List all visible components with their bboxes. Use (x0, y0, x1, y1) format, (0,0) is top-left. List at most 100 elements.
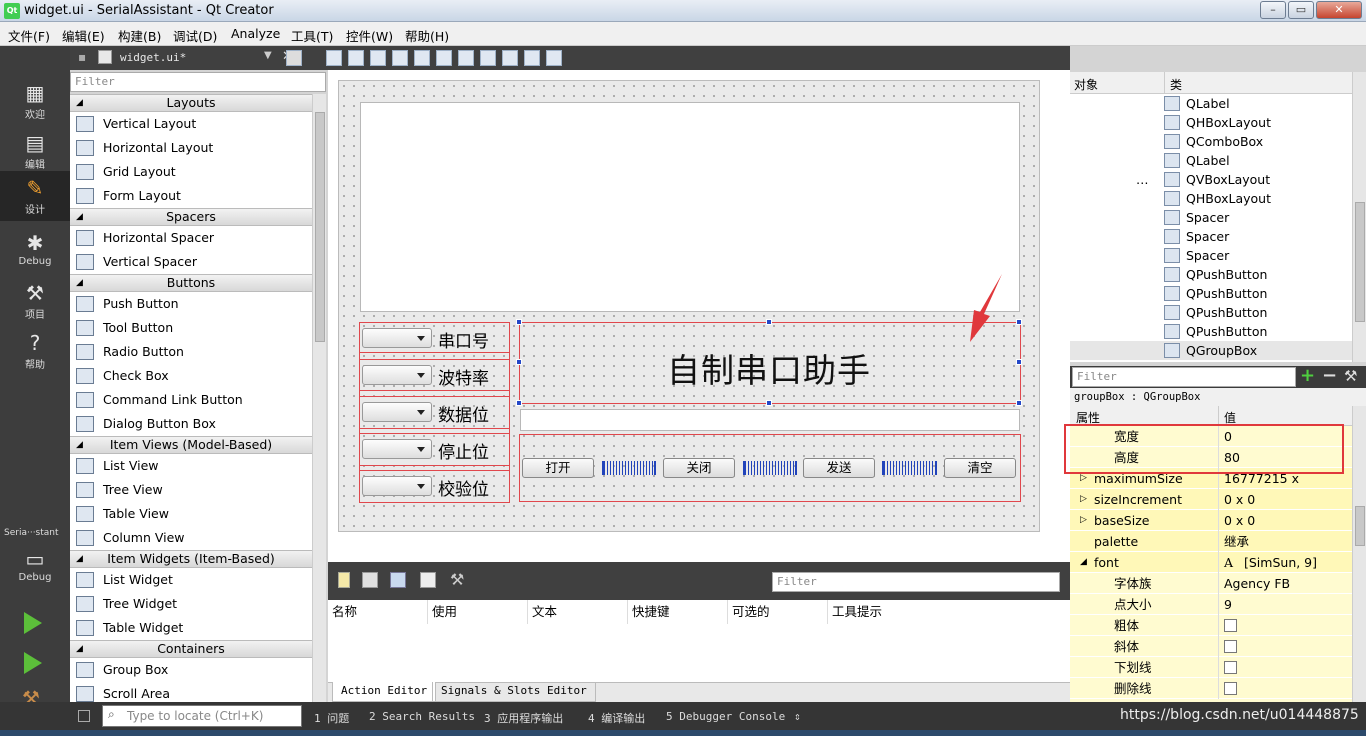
add-property-icon[interactable]: + (1300, 365, 1315, 386)
menu-widgets[interactable]: 控件(W) (346, 26, 393, 45)
widget-item[interactable]: Tool Button (70, 316, 312, 340)
widget-item[interactable]: Check Box (70, 364, 312, 388)
parity-combo[interactable] (362, 476, 432, 496)
form-tool-icon[interactable] (546, 50, 562, 66)
form-tool-icon[interactable] (326, 50, 342, 66)
form-tool-icon[interactable] (392, 50, 408, 66)
collapse-triangle-icon[interactable]: ◢ (76, 95, 83, 111)
open-button[interactable]: 打开 (522, 458, 594, 478)
menu-edit[interactable]: 编辑(E) (62, 26, 105, 45)
widget-filter-input[interactable]: Filter (70, 72, 326, 92)
clear-button[interactable]: 清空 (944, 458, 1016, 478)
horizontal-spacer[interactable] (602, 461, 656, 475)
menu-help[interactable]: 帮助(H) (405, 26, 449, 45)
mode-help[interactable]: ? 帮助 (0, 326, 70, 376)
object-tree-row[interactable]: … QVBoxLayout (1070, 170, 1352, 189)
widget-item[interactable]: Push Button (70, 292, 312, 316)
pane-arrows-icon[interactable]: ⇕ (794, 710, 801, 723)
property-filter-input[interactable]: Filter (1072, 367, 1296, 387)
mode-projects[interactable]: ⚒ 项目 (0, 276, 70, 326)
property-value[interactable]: 继承 (1224, 531, 1249, 552)
widget-item[interactable]: Vertical Spacer (70, 250, 312, 274)
property-row[interactable]: 下划线 (1070, 657, 1352, 678)
mode-edit[interactable]: ▤ 编辑 (0, 126, 70, 176)
property-row[interactable]: 粗体 (1070, 615, 1352, 636)
property-checkbox[interactable] (1224, 682, 1237, 695)
close-editor-icon[interactable] (286, 50, 302, 66)
run-icon[interactable] (24, 612, 42, 634)
widget-item[interactable]: Column View (70, 526, 312, 550)
collapse-triangle-icon[interactable]: ◢ (76, 209, 83, 225)
paste-action-icon[interactable] (390, 572, 406, 588)
widget-item[interactable]: Command Link Button (70, 388, 312, 412)
widget-item[interactable]: Table Widget (70, 616, 312, 640)
object-inspector-scrollbar[interactable] (1352, 72, 1366, 362)
object-tree-row[interactable]: QPushButton (1070, 322, 1352, 341)
widget-box-scrollbar[interactable] (312, 94, 326, 702)
widget-item[interactable]: Vertical Layout (70, 112, 312, 136)
object-tree-row[interactable]: QHBoxLayout (1070, 189, 1352, 208)
delete-action-icon[interactable] (420, 572, 436, 588)
locator-input[interactable]: Type to locate (Ctrl+K) (102, 705, 302, 727)
object-tree-row[interactable]: QPushButton (1070, 284, 1352, 303)
property-checkbox[interactable] (1224, 661, 1237, 674)
target-selector[interactable]: ▭ Debug (0, 542, 70, 592)
object-tree-row[interactable]: Spacer (1070, 208, 1352, 227)
pane-issues[interactable]: 1 问题 (314, 710, 349, 726)
property-checkbox[interactable] (1224, 640, 1237, 653)
mode-debug[interactable]: ✱ Debug (0, 226, 70, 276)
object-tree-row[interactable]: QHBoxLayout (1070, 113, 1352, 132)
form-tool-icon[interactable] (524, 50, 540, 66)
selection-handle[interactable] (1016, 400, 1022, 406)
widget-item[interactable]: Tree Widget (70, 592, 312, 616)
form-tool-icon[interactable] (370, 50, 386, 66)
form-tool-icon[interactable] (436, 50, 452, 66)
copy-action-icon[interactable] (362, 572, 378, 588)
form-tool-icon[interactable] (458, 50, 474, 66)
form-tool-icon[interactable] (414, 50, 430, 66)
property-row[interactable]: 字体族 Agency FB (1070, 573, 1352, 594)
scroll-thumb[interactable] (1355, 506, 1365, 546)
object-tree-row[interactable]: QComboBox (1070, 132, 1352, 151)
widget-item[interactable]: Scroll Area (70, 682, 312, 702)
property-value[interactable]: 0 x 0 (1224, 489, 1255, 510)
widget-category[interactable]: ◢ Containers (70, 640, 312, 658)
property-row[interactable]: palette 继承 (1070, 531, 1352, 552)
selection-handle[interactable] (766, 400, 772, 406)
horizontal-spacer[interactable] (743, 461, 797, 475)
widget-item[interactable]: Radio Button (70, 340, 312, 364)
horizontal-spacer[interactable] (882, 461, 937, 475)
property-row[interactable]: ◢ font A [SimSun, 9] (1070, 552, 1352, 573)
configure-icon[interactable]: ⚒ (450, 570, 464, 589)
form-tool-icon[interactable] (348, 50, 364, 66)
column-header[interactable]: 可选的 (728, 600, 828, 624)
send-line-edit[interactable] (520, 409, 1020, 431)
object-tree-row[interactable]: QLabel (1070, 94, 1352, 113)
object-tree-row[interactable]: Spacer (1070, 227, 1352, 246)
property-row[interactable]: 斜体 (1070, 636, 1352, 657)
widget-item[interactable]: Form Layout (70, 184, 312, 208)
maximize-button[interactable]: ▭ (1288, 1, 1314, 19)
widget-item[interactable]: Group Box (70, 658, 312, 682)
menu-build[interactable]: 构建(B) (118, 26, 161, 45)
debug-run-icon[interactable] (24, 652, 42, 674)
file-dropdown-icon[interactable]: ▼ (264, 50, 272, 61)
pane-search-results[interactable]: 2 Search Results (369, 710, 475, 723)
menu-analyze[interactable]: Analyze (231, 26, 280, 41)
widget-item[interactable]: List View (70, 454, 312, 478)
selection-handle[interactable] (516, 319, 522, 325)
column-header[interactable]: 对象 (1074, 76, 1098, 93)
close-button[interactable]: ✕ (1316, 1, 1362, 19)
object-tree-row[interactable]: Spacer (1070, 246, 1352, 265)
mode-welcome[interactable]: ▦ 欢迎 (0, 76, 70, 126)
object-tree-row[interactable]: QGroupBox (1070, 341, 1352, 360)
property-editor-scrollbar[interactable] (1352, 406, 1366, 702)
baud-combo[interactable] (362, 365, 432, 385)
property-value[interactable]: [SimSun, 9] (1244, 552, 1317, 573)
menu-tools[interactable]: 工具(T) (291, 26, 333, 45)
editor-file-name[interactable]: widget.ui* (120, 51, 186, 64)
configure-icon[interactable]: ⚒ (1344, 367, 1357, 385)
widget-item[interactable]: Table View (70, 502, 312, 526)
menu-debug[interactable]: 调试(D) (173, 26, 217, 45)
object-tree-row[interactable]: QPushButton (1070, 303, 1352, 322)
